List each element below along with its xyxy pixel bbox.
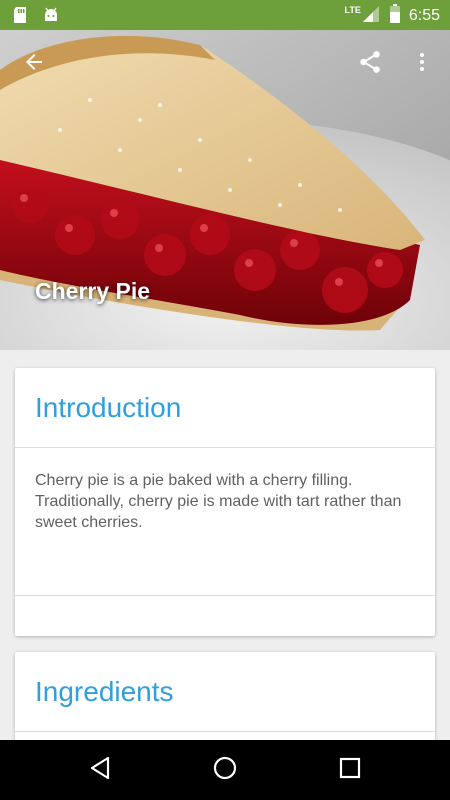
hero-header: Cherry Pie: [0, 30, 450, 350]
share-button[interactable]: [350, 44, 390, 84]
card-header: Ingredients: [15, 652, 435, 732]
network-type: LTE: [344, 5, 361, 15]
nav-back-button[interactable]: [84, 754, 116, 786]
navigation-bar: [0, 740, 450, 800]
status-bar: LTE 6:55: [0, 0, 450, 30]
back-button[interactable]: [14, 44, 54, 84]
page-title: Cherry Pie: [35, 278, 151, 304]
nav-back-icon: [87, 755, 113, 785]
more-vert-icon: [410, 50, 434, 78]
status-time: 6:55: [408, 7, 440, 24]
introduction-card: Introduction Cherry pie is a pie baked w…: [15, 368, 435, 636]
introduction-title: Introduction: [35, 391, 182, 423]
battery-icon: [389, 4, 401, 28]
introduction-text: Cherry pie is a pie baked with a cherry …: [35, 472, 402, 531]
card-header: Introduction: [15, 368, 435, 448]
card-body: Cherry pie is a pie baked with a cherry …: [15, 448, 435, 596]
signal-icon: [361, 4, 381, 28]
nav-home-icon: [212, 755, 238, 785]
more-options-button[interactable]: [402, 44, 442, 84]
android-icon: [42, 6, 60, 28]
ingredients-title: Ingredients: [35, 675, 174, 707]
sd-card-icon: [12, 6, 28, 28]
share-icon: [357, 49, 383, 79]
arrow-back-icon: [22, 50, 46, 78]
card-footer: [15, 596, 435, 635]
nav-recents-button[interactable]: [334, 754, 366, 786]
screen: LTE 6:55 Cherry Pie Introduction Cherry …: [0, 0, 450, 800]
nav-recents-icon: [338, 756, 362, 784]
nav-home-button[interactable]: [209, 754, 241, 786]
